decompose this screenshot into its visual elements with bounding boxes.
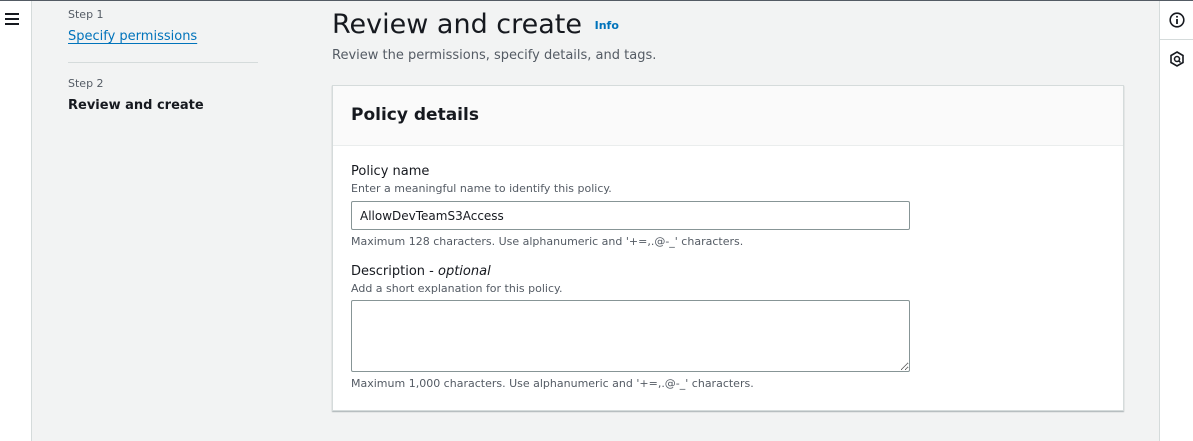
step-2-number: Step 2 [68,77,104,90]
panel-header: Policy details [333,86,1123,146]
description-textarea[interactable] [351,300,910,372]
page-subtitle: Review the permissions, specify details,… [332,48,657,63]
rail-divider [1160,39,1193,40]
policy-name-constraint: Maximum 128 characters. Use alphanumeric… [351,235,744,248]
description-label: Description - optional [351,263,491,281]
hexagon-badge-icon[interactable] [1169,51,1185,67]
right-tools-rail [1159,1,1193,441]
wizard-steps: Step 1 Specify permissions Step 2 Review… [68,8,258,115]
description-constraint: Maximum 1,000 characters. Use alphanumer… [351,377,754,390]
top-border [0,0,1193,1]
info-circle-icon[interactable] [1169,12,1185,28]
policy-name-label: Policy name [351,164,430,179]
page-title-text: Review and create [332,9,583,40]
policy-name-input[interactable] [351,201,910,230]
step-1-number: Step 1 [68,8,104,21]
panel-title: Policy details [351,105,479,125]
info-link[interactable]: Info [595,19,619,32]
description-helper: Add a short explanation for this policy. [351,282,563,295]
policy-name-description: Enter a meaningful name to identify this… [351,182,612,195]
left-navigation-rail [0,1,32,441]
step-1-link[interactable]: Specify permissions [68,28,258,46]
description-label-optional: optional [438,264,491,279]
description-label-text: Description - [351,264,438,279]
step-divider [68,62,258,63]
hamburger-menu-icon[interactable] [5,13,20,25]
policy-details-panel: Policy details Policy name Enter a meani… [332,85,1124,411]
step-2-current: Review and create [68,98,204,113]
page-title: Review and create Info [332,8,619,43]
